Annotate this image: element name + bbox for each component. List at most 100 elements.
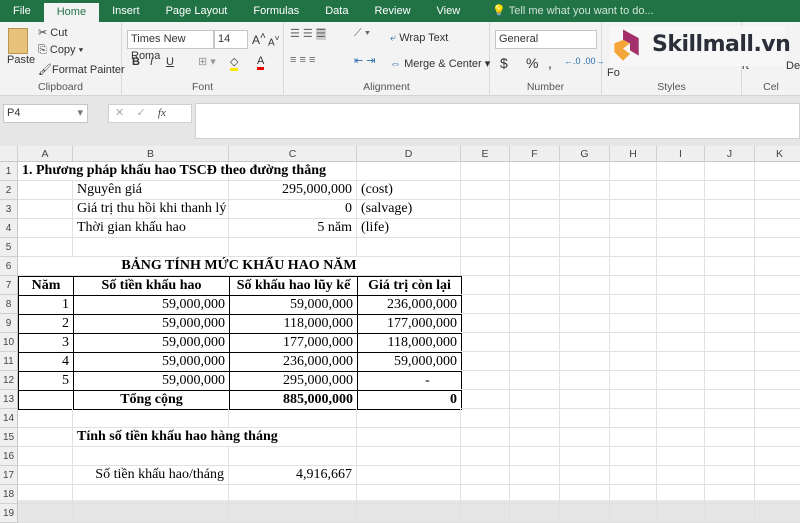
cell-D12[interactable]: - xyxy=(357,371,462,391)
cell-A16[interactable] xyxy=(18,447,73,466)
cell-H16[interactable] xyxy=(610,447,657,466)
cell-J19[interactable] xyxy=(705,504,755,523)
cell-H15[interactable] xyxy=(610,428,657,447)
cell-H14[interactable] xyxy=(610,409,657,428)
cell-E2[interactable] xyxy=(461,181,510,200)
cell-E18[interactable] xyxy=(461,485,510,504)
cell-K10[interactable] xyxy=(755,333,800,352)
cut-button[interactable]: ✂ Cut xyxy=(38,26,67,39)
cell-D4[interactable]: (life) xyxy=(357,219,461,238)
cell-A3[interactable] xyxy=(18,200,73,219)
cell-D13[interactable]: 0 xyxy=(357,390,462,410)
cell-I6[interactable] xyxy=(657,257,705,276)
cell-H4[interactable] xyxy=(610,219,657,238)
cell-E11[interactable] xyxy=(461,352,510,371)
row-header-15[interactable]: 15 xyxy=(0,428,18,447)
cell-J6[interactable] xyxy=(705,257,755,276)
cell-I16[interactable] xyxy=(657,447,705,466)
cell-J11[interactable] xyxy=(705,352,755,371)
cell-F16[interactable] xyxy=(510,447,560,466)
cell-H12[interactable] xyxy=(610,371,657,390)
select-all-corner[interactable] xyxy=(0,146,18,162)
cell-H13[interactable] xyxy=(610,390,657,409)
cell-J15[interactable] xyxy=(705,428,755,447)
cell-J7[interactable] xyxy=(705,276,755,295)
row-header-10[interactable]: 10 xyxy=(0,333,18,352)
number-format-select[interactable]: General xyxy=(495,30,597,49)
cell-F6[interactable] xyxy=(510,257,560,276)
cell-I15[interactable] xyxy=(657,428,705,447)
cell-A11[interactable]: 4 xyxy=(18,352,74,372)
cell-F1[interactable] xyxy=(510,162,560,181)
column-header-A[interactable]: A xyxy=(18,146,73,162)
column-header-K[interactable]: K xyxy=(755,146,800,162)
cell-B9[interactable]: 59,000,000 xyxy=(73,314,230,334)
row-header-9[interactable]: 9 xyxy=(0,314,18,333)
increase-font-icon[interactable]: A˄ xyxy=(252,31,266,47)
column-header-C[interactable]: C xyxy=(229,146,357,162)
cell-A12[interactable]: 5 xyxy=(18,371,74,391)
column-header-D[interactable]: D xyxy=(357,146,461,162)
cell-E3[interactable] xyxy=(461,200,510,219)
font-name-select[interactable]: Times New Roma xyxy=(127,30,214,62)
cell-F15[interactable] xyxy=(510,428,560,447)
cell-G17[interactable] xyxy=(560,466,610,485)
cell-K19[interactable] xyxy=(755,504,800,523)
formula-input[interactable] xyxy=(195,103,800,139)
tab-page-layout[interactable]: Page Layout xyxy=(153,0,241,22)
column-header-H[interactable]: H xyxy=(610,146,657,162)
cell-G11[interactable] xyxy=(560,352,610,371)
cell-B5[interactable] xyxy=(73,238,229,257)
cell-K2[interactable] xyxy=(755,181,800,200)
row-header-13[interactable]: 13 xyxy=(0,390,18,409)
cell-A5[interactable] xyxy=(18,238,73,257)
cell-C9[interactable]: 118,000,000 xyxy=(229,314,358,334)
cell-F12[interactable] xyxy=(510,371,560,390)
row-header-11[interactable]: 11 xyxy=(0,352,18,371)
row-header-19[interactable]: 19 xyxy=(0,504,18,523)
tab-review[interactable]: Review xyxy=(361,0,423,22)
cell-K1[interactable] xyxy=(755,162,800,181)
wrap-text-button[interactable]: ⤶ Wrap Text xyxy=(390,32,448,45)
cell-A17[interactable] xyxy=(18,466,73,485)
cell-B18[interactable] xyxy=(73,485,229,504)
cell-C3[interactable]: 0 xyxy=(229,200,357,219)
vertical-align-icons[interactable]: ☰ ☰ ☰ xyxy=(290,27,326,40)
cell-G19[interactable] xyxy=(560,504,610,523)
cell-I3[interactable] xyxy=(657,200,705,219)
cell-A1[interactable]: 1. Phương pháp khấu hao TSCĐ theo đường … xyxy=(18,162,326,181)
cell-C11[interactable]: 236,000,000 xyxy=(229,352,358,372)
paste-button[interactable]: Paste xyxy=(7,54,35,66)
cell-G1[interactable] xyxy=(560,162,610,181)
cell-I5[interactable] xyxy=(657,238,705,257)
format-painter-button[interactable]: 🖌Format Painter xyxy=(38,63,125,76)
cell-G5[interactable] xyxy=(560,238,610,257)
cell-I2[interactable] xyxy=(657,181,705,200)
cell-D14[interactable] xyxy=(357,409,461,428)
cell-G14[interactable] xyxy=(560,409,610,428)
cell-D10[interactable]: 118,000,000 xyxy=(357,333,462,353)
cell-E10[interactable] xyxy=(461,333,510,352)
cell-E17[interactable] xyxy=(461,466,510,485)
cell-A15[interactable] xyxy=(18,428,73,447)
row-header-16[interactable]: 16 xyxy=(0,447,18,466)
cell-J2[interactable] xyxy=(705,181,755,200)
row-header-2[interactable]: 2 xyxy=(0,181,18,200)
cell-E16[interactable] xyxy=(461,447,510,466)
cell-G7[interactable] xyxy=(560,276,610,295)
cell-J8[interactable] xyxy=(705,295,755,314)
percent-button[interactable]: % xyxy=(526,55,538,71)
cell-K15[interactable] xyxy=(755,428,800,447)
cell-G10[interactable] xyxy=(560,333,610,352)
tab-insert[interactable]: Insert xyxy=(99,0,153,22)
enter-icon[interactable]: ✓ xyxy=(136,107,145,119)
delete-button[interactable]: Dele xyxy=(786,60,800,72)
decimal-icons[interactable]: ←.0 .00→ xyxy=(564,56,605,66)
cell-F3[interactable] xyxy=(510,200,560,219)
cell-I10[interactable] xyxy=(657,333,705,352)
cell-D18[interactable] xyxy=(357,485,461,504)
cell-I19[interactable] xyxy=(657,504,705,523)
row-header-4[interactable]: 4 xyxy=(0,219,18,238)
cell-J17[interactable] xyxy=(705,466,755,485)
tell-me-search[interactable]: 💡 Tell me what you want to do... xyxy=(479,0,666,22)
